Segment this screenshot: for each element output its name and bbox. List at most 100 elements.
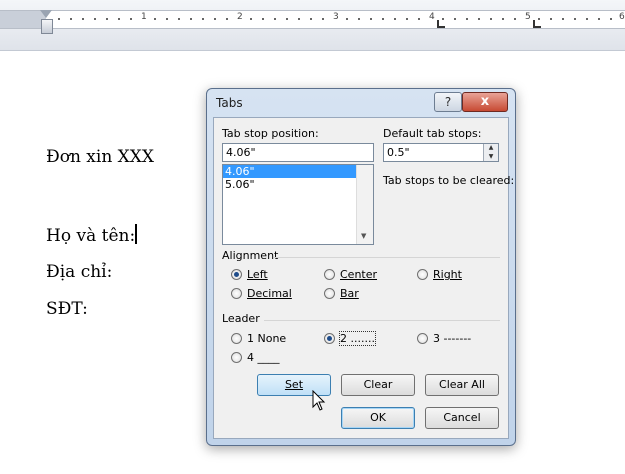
tab-stop-list[interactable]: 4.06" 5.06" ▼ (222, 164, 374, 245)
leader-dots-label: 2 ....... (339, 331, 376, 346)
left-indent-marker[interactable] (41, 19, 53, 34)
help-button[interactable]: ? (434, 92, 462, 112)
cancel-button[interactable]: Cancel (425, 407, 499, 429)
ruler-number-2: 2 (237, 12, 243, 22)
ruler-tick (406, 18, 408, 20)
scroll-down-arrow-icon[interactable]: ▼ (361, 232, 366, 240)
ruler-tick (94, 18, 96, 20)
ruler-tick (514, 18, 516, 20)
radio-button[interactable] (231, 269, 242, 280)
mouse-pointer-icon (312, 390, 326, 411)
dialog-title: Tabs (216, 96, 243, 110)
close-button[interactable]: x (462, 92, 508, 112)
radio-button[interactable] (417, 269, 428, 280)
tab-stop-marker[interactable] (533, 20, 541, 28)
ruler-tick (382, 18, 384, 20)
leader-underline-label: 4 ____ (247, 351, 280, 364)
leader-none-option[interactable]: 1 None (231, 332, 286, 345)
radio-button[interactable] (231, 288, 242, 299)
radio-button[interactable] (324, 269, 335, 280)
ruler-tick (130, 18, 132, 20)
ruler-tick (226, 18, 228, 20)
ruler-tick (358, 18, 360, 20)
ruler-tick (154, 18, 156, 20)
alignment-bar-option[interactable]: Bar (324, 287, 359, 300)
alignment-left-option[interactable]: Left (231, 268, 268, 281)
ruler-tick (454, 18, 456, 20)
ruler-tick (322, 18, 324, 20)
ruler-tick (442, 18, 444, 20)
alignment-center-option[interactable]: Center (324, 268, 377, 281)
ruler-tick (82, 18, 84, 20)
ruler-tick (562, 18, 564, 20)
ruler-tick (502, 18, 504, 20)
default-tab-stops-label: Default tab stops: (383, 127, 482, 140)
ruler-tick (190, 18, 192, 20)
tab-stop-list-scrollbar[interactable]: ▼ (356, 165, 373, 244)
tab-stops-cleared-label: Tab stops to be cleared: (383, 174, 515, 187)
ruler-tick (598, 18, 600, 20)
alignment-left-label: Left (247, 268, 268, 281)
ruler: 1 2 3 4 5 6 (0, 0, 625, 51)
first-line-indent-marker[interactable] (40, 10, 52, 18)
cancel-button-label: Cancel (443, 411, 481, 424)
ruler-tick (346, 18, 348, 20)
ruler-tick (118, 18, 120, 20)
clear-button[interactable]: Clear (341, 374, 415, 396)
radio-button[interactable] (417, 333, 428, 344)
tab-stop-list-item[interactable]: 5.06" (223, 178, 373, 191)
leader-label: Leader (222, 312, 260, 325)
tab-stop-position-input[interactable]: 4.06" (222, 143, 374, 162)
radio-button[interactable] (324, 288, 335, 299)
ruler-tick (70, 18, 72, 20)
alignment-decimal-option[interactable]: Decimal (231, 287, 292, 300)
ruler-tick (286, 18, 288, 20)
default-tab-stops-value: 0.5" (387, 146, 410, 159)
ok-button[interactable]: OK (341, 407, 415, 429)
ruler-tick (214, 18, 216, 20)
radio-button[interactable] (231, 333, 242, 344)
radio-button[interactable] (231, 352, 242, 363)
clear-button-label: Clear (363, 378, 393, 391)
leader-dashes-label: 3 ------- (433, 332, 472, 345)
alignment-right-option[interactable]: Right (417, 268, 462, 281)
doc-line-name-text: Họ và tên: (46, 226, 136, 246)
alignment-center-label: Center (340, 268, 378, 281)
leader-none-label: 1 None (247, 332, 287, 345)
ruler-tick (250, 18, 252, 20)
ruler-number-5: 5 (525, 12, 531, 22)
ruler-tick (274, 18, 276, 20)
doc-line-name[interactable]: Họ và tên: (46, 224, 138, 246)
ruler-tick (298, 18, 300, 20)
ruler-tick (166, 18, 168, 20)
ruler-tick (490, 18, 492, 20)
default-tab-stops-input[interactable]: 0.5" ▲ ▼ (383, 143, 499, 162)
leader-underline-option[interactable]: 4 ____ (231, 351, 280, 364)
ruler-number-6: 6 (619, 12, 625, 22)
ruler-tick (418, 18, 420, 20)
doc-line-title: Đơn xin XXX (46, 147, 154, 167)
ruler-tick (586, 18, 588, 20)
leader-dots-option[interactable]: 2 ....... (324, 331, 376, 346)
alignment-decimal-label: Decimal (247, 287, 292, 300)
alignment-label: Alignment (222, 249, 279, 262)
tab-stop-list-item[interactable]: 4.06" (223, 165, 373, 178)
ruler-tick (310, 18, 312, 20)
radio-button[interactable] (324, 333, 335, 344)
tabs-dialog: Tabs ? x Tab stop position: 4.06" 4.06" … (206, 88, 516, 446)
tab-stop-marker[interactable] (437, 20, 445, 28)
default-tab-stops-spinner[interactable]: ▲ ▼ (483, 144, 498, 161)
set-button-label: Set (284, 378, 304, 391)
ruler-tick (538, 18, 540, 20)
text-caret (135, 224, 138, 244)
alignment-right-label: Right (433, 268, 462, 281)
ruler-tick (370, 18, 372, 20)
doc-line-address: Địa chỉ: (46, 262, 113, 282)
spin-down-icon[interactable]: ▼ (484, 153, 498, 162)
clear-all-button[interactable]: Clear All (425, 374, 499, 396)
ruler-number-1: 1 (141, 12, 147, 22)
ruler-tick (610, 18, 612, 20)
spin-up-icon[interactable]: ▲ (484, 144, 498, 153)
leader-dashes-option[interactable]: 3 ------- (417, 332, 471, 345)
ruler-tick (394, 18, 396, 20)
